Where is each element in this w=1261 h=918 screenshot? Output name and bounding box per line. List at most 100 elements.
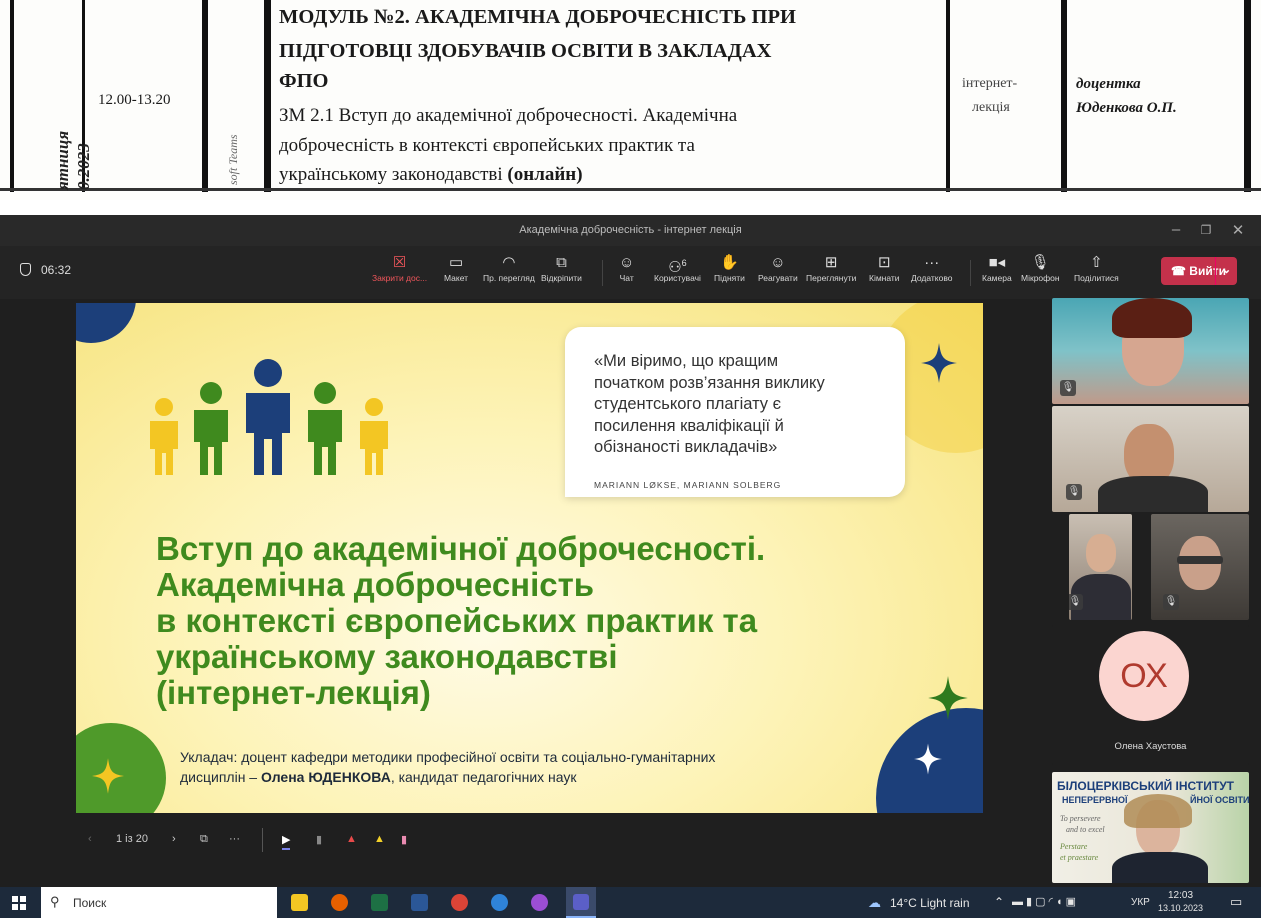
module-title: МОДУЛЬ №2. АКАДЕМІЧНА ДОБРОЧЕСНІСТЬ ПРИ (279, 6, 796, 28)
stop-sharing-button[interactable]: ☒ Закрити дос... (372, 253, 427, 283)
weather-icon: ☁ (868, 895, 881, 910)
view-icon: ⊞ (824, 254, 838, 271)
close-icon[interactable]: ✕ (1228, 221, 1248, 239)
language-indicator[interactable]: УКР (1131, 897, 1150, 908)
toolbar-divider (262, 828, 263, 852)
quote-text: «Ми віримо, що кращим початком розв’язан… (594, 352, 825, 456)
table-border (202, 0, 208, 192)
rooms-button[interactable]: ⊡ Кімнати (869, 253, 900, 283)
windows-start-icon[interactable] (12, 896, 26, 910)
presenter-clothing (1112, 852, 1208, 883)
participant-video-tile[interactable]: 🎙︎ (1052, 298, 1249, 404)
grid-view-icon[interactable]: ⧉ (200, 833, 208, 846)
table-border (264, 0, 271, 192)
word-icon[interactable] (411, 894, 428, 911)
excel-icon[interactable] (371, 894, 388, 911)
microphone-button[interactable]: 🎙︎ Мікрофон (1021, 253, 1060, 283)
share-icon: ⇧ (1090, 254, 1103, 271)
participant-name: Олена Хаустова (1114, 741, 1187, 752)
table-border (0, 188, 1261, 191)
weather-text[interactable]: 14°C Light rain (890, 896, 970, 910)
previous-slide-icon[interactable]: ‹ (88, 833, 92, 845)
preview-button[interactable]: ◠ Пр. перегляд (483, 253, 535, 283)
eraser-tool-icon[interactable]: ▮ (401, 833, 407, 846)
presenter-video-tile[interactable]: БІЛОЦЕРКІВСЬКИЙ ІНСТИТУТ НЕПЕРЕРВНОЇ ЙНО… (1052, 772, 1249, 883)
chevron-down-icon[interactable]: ⌄ (1215, 257, 1237, 285)
raise-hand-icon: ✋ (720, 254, 739, 271)
notifications-icon[interactable]: ▭ (1230, 894, 1242, 910)
date-fragment: 0.2023 (74, 143, 93, 190)
participant-hair (1112, 298, 1192, 338)
pen-tool-icon[interactable]: ▮ (316, 833, 322, 846)
highlighter-tool-icon[interactable]: ▲ (374, 833, 385, 845)
participant-clothing (1098, 476, 1208, 512)
taskbar-search-box[interactable]: ⚲ Поиск (41, 887, 277, 918)
participant-glasses (1177, 556, 1223, 564)
decor-circle (76, 303, 136, 343)
layout-button[interactable]: ▭ Макет (444, 253, 468, 283)
react-button[interactable]: ☺ Реагувати (758, 253, 798, 283)
meeting-timer: 06:32 (20, 263, 71, 277)
camera-button[interactable]: ■◂ Камера (982, 253, 1012, 283)
rooms-icon: ⊡ (877, 254, 891, 271)
table-border (1061, 0, 1067, 192)
layout-icon: ▭ (448, 254, 464, 271)
muted-microphone-icon: 🎙︎ (1069, 594, 1083, 610)
table-border (10, 0, 14, 192)
browser-icon[interactable] (491, 894, 508, 911)
chat-button[interactable]: ☺ Чат (619, 253, 634, 283)
participant-avatar-tile[interactable]: ОХ Олена Хаустова (1052, 625, 1249, 765)
participant-face (1086, 534, 1116, 572)
react-icon: ☺ (770, 254, 786, 271)
quote-card: «Ми віримо, що кращим початком розв’язан… (565, 327, 905, 497)
slide-author-credit: Укладач: доцент кафедри методики професі… (180, 749, 716, 785)
raise-hand-button[interactable]: ✋ Підняти (714, 253, 745, 283)
muted-microphone-icon: 🎙︎ (1066, 484, 1082, 500)
scanned-schedule-document: ятниця 0.2023 12.00-13.20 soft Teams МОД… (0, 0, 1261, 200)
maximize-icon[interactable]: ❐ (1196, 223, 1216, 237)
more-icon: ··· (924, 254, 940, 271)
lecturer-text: Юденкова О.П. (1076, 100, 1177, 116)
window-titlebar: Академічна доброчесність - інтернет лекц… (0, 215, 1261, 246)
pointer-tool-icon[interactable]: ▶ (282, 833, 291, 850)
people-button[interactable]: ⚇6 Користувачі (654, 253, 701, 283)
file-explorer-icon[interactable] (291, 894, 308, 911)
chevron-up-icon[interactable]: ⌃ (994, 895, 1004, 909)
more-button[interactable]: ··· Додатково (911, 253, 952, 283)
institute-banner-subtitle: НЕПЕРЕРВНОЇ (1062, 795, 1128, 805)
slide-title: Вступ до академічної доброчесності. Акад… (156, 530, 766, 711)
next-slide-icon[interactable]: › (172, 833, 176, 845)
lecturer-text: доцентка (1076, 76, 1141, 92)
shield-icon (20, 263, 31, 276)
session-time: 12.00-13.20 (98, 92, 171, 108)
module-title: ПІДГОТОВЦІ ЗДОБУВАЧІВ ОСВІТИ В ЗАКЛАДАХ (279, 40, 772, 62)
microphone-icon: 🎙︎ (1030, 254, 1050, 271)
format-text: інтернет- (962, 76, 1018, 91)
firefox-icon[interactable] (331, 894, 348, 911)
teams-taskbar-icon[interactable] (566, 887, 596, 918)
minimize-icon[interactable]: – (1166, 221, 1186, 238)
more-options-icon[interactable]: ··· (229, 833, 240, 845)
viber-icon[interactable] (531, 894, 548, 911)
people-figures-illustration (150, 359, 388, 475)
clock-date[interactable]: 13.10.2023 (1158, 903, 1203, 913)
leave-button[interactable]: ☎ Вийти ⌄ (1161, 257, 1237, 285)
pop-out-button[interactable]: ⧉ Відкріпити (541, 253, 582, 283)
share-button[interactable]: ⇧ Поділитися (1074, 253, 1119, 283)
participant-video-tile[interactable]: 🎙︎ (1052, 406, 1249, 512)
search-icon: ⚲ (50, 894, 60, 909)
topic-text: доброчесність в контексті європейських п… (279, 135, 695, 156)
camera-icon: ■◂ (988, 254, 1006, 271)
chrome-icon[interactable] (451, 894, 468, 911)
view-button[interactable]: ⊞ Переглянути (806, 253, 856, 283)
people-icon: ⚇6 (668, 258, 687, 276)
table-border (1244, 0, 1251, 192)
muted-microphone-icon: 🎙︎ (1163, 594, 1179, 610)
clock-time[interactable]: 12:03 (1168, 890, 1193, 901)
red-pen-tool-icon[interactable]: ▲ (346, 833, 357, 845)
participant-video-tile[interactable]: 🎙︎ (1151, 514, 1249, 620)
institute-banner-title: БІЛОЦЕРКІВСЬКИЙ ІНСТИТУТ (1057, 779, 1234, 793)
participant-video-tile[interactable]: 🎙︎ (1069, 514, 1132, 620)
system-tray-icons[interactable]: ▬ ▮ ▢ ◜ ◖ ▣ (1012, 895, 1076, 908)
phone-hangup-icon: ☎ (1171, 264, 1186, 278)
